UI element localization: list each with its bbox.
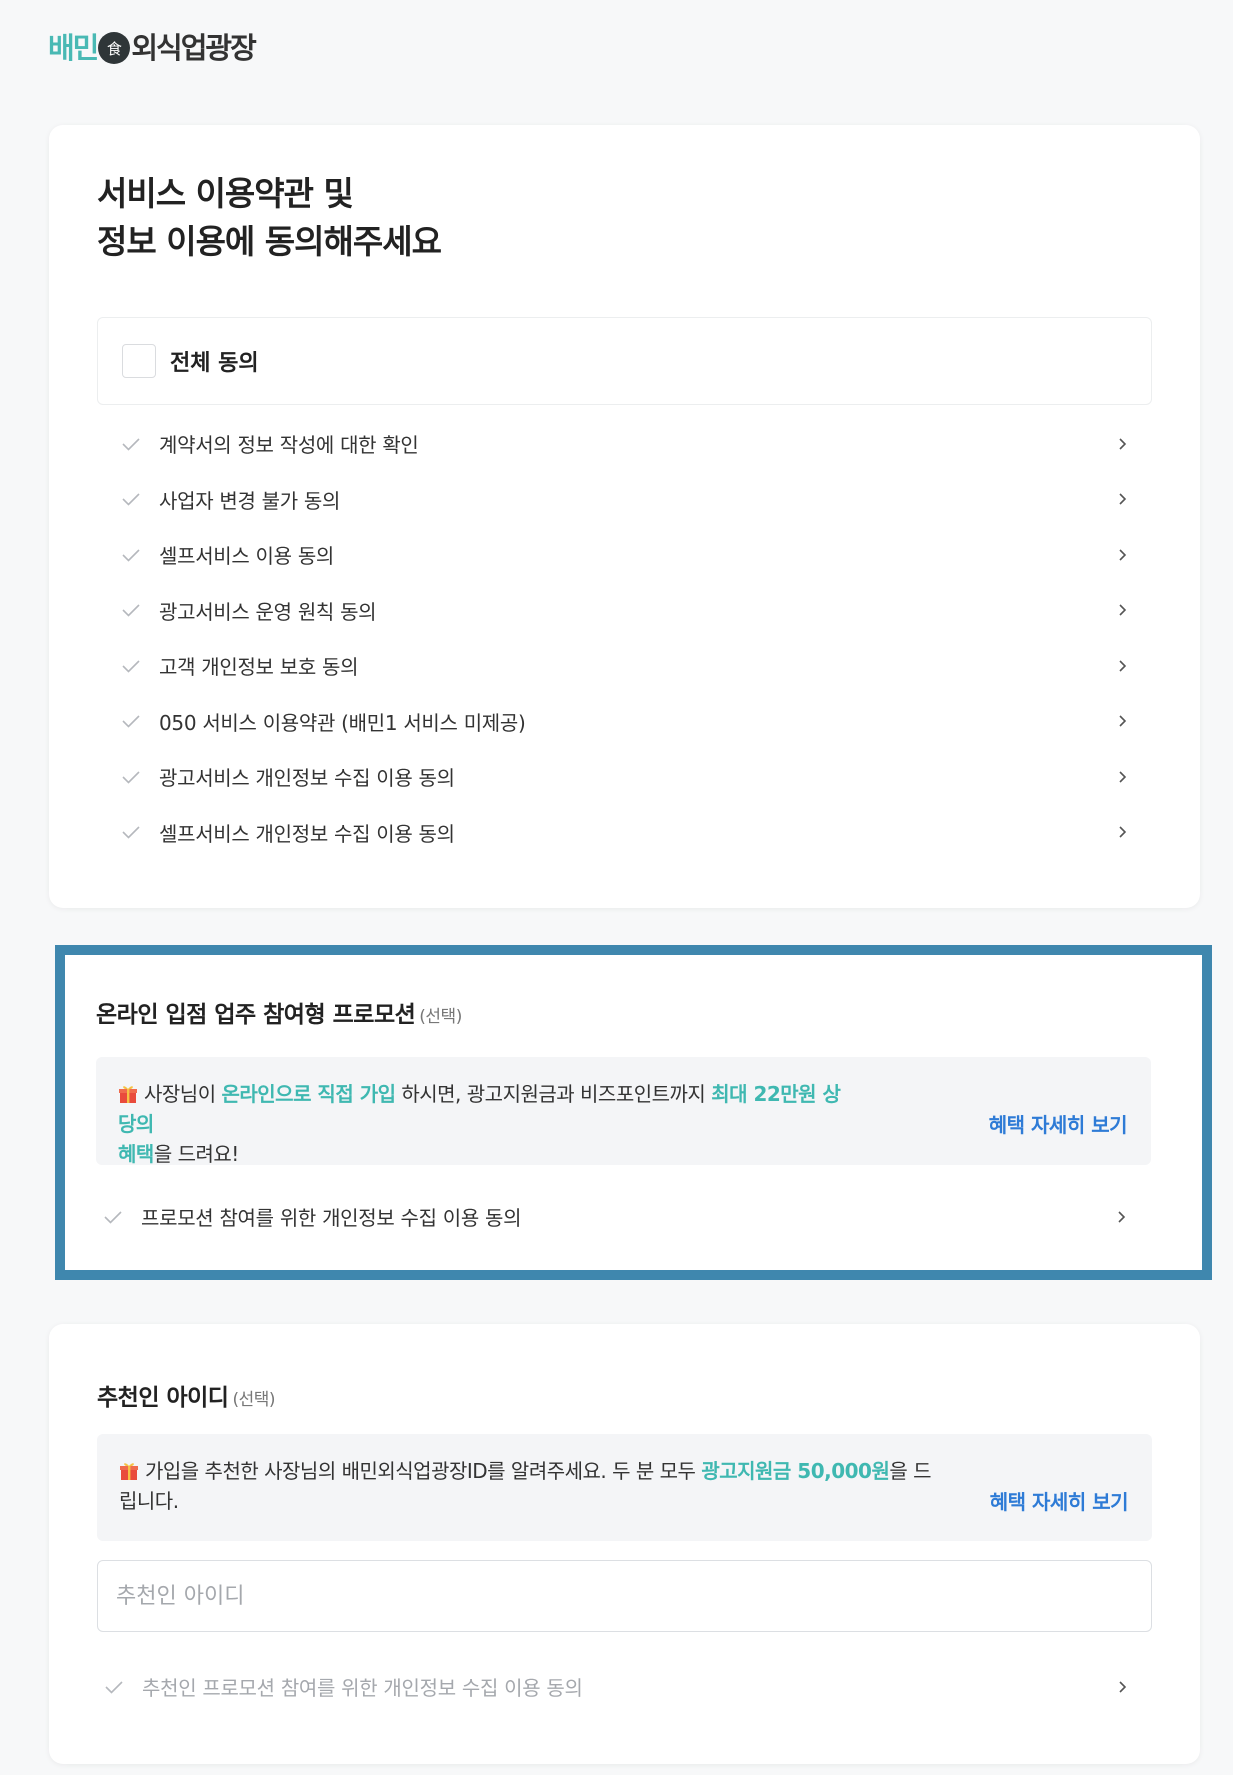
term-label: 고객 개인정보 보호 동의 — [159, 655, 359, 680]
check-icon[interactable] — [121, 489, 141, 509]
promotion-consent-row[interactable]: 프로모션 참여를 위한 개인정보 수집 이용 동의 — [96, 1189, 1151, 1245]
term-item[interactable]: 광고서비스 개인정보 수집 이용 동의 — [97, 749, 1152, 805]
term-item[interactable]: 광고서비스 운영 원칙 동의 — [97, 583, 1152, 639]
chevron-right-icon[interactable] — [1117, 1208, 1127, 1226]
term-label: 광고서비스 개인정보 수집 이용 동의 — [159, 766, 455, 791]
referrer-text-part: 가입을 추천한 사장님의 배민외식업광장ID를 알려주세요. 두 분 모두 — [145, 1459, 702, 1483]
promotion-title: 온라인 입점 업주 참여형 프로모션 (선택) — [96, 995, 462, 1029]
check-icon[interactable] — [104, 1677, 124, 1697]
referrer-consent-row[interactable]: 추천인 프로모션 참여를 위한 개인정보 수집 이용 동의 — [97, 1659, 1152, 1715]
check-icon[interactable] — [121, 434, 141, 454]
optional-tag: (선택) — [419, 1007, 462, 1027]
referrer-text-part: 립니다. — [119, 1489, 179, 1513]
agree-all-label: 전체 동의 — [170, 351, 259, 376]
referrer-benefit-text: 가입을 추천한 사장님의 배민외식업광장ID를 알려주세요. 두 분 모두 광고… — [119, 1456, 959, 1516]
chevron-right-icon[interactable] — [1118, 546, 1128, 564]
referrer-title: 추천인 아이디 (선택) — [97, 1378, 276, 1412]
term-item[interactable]: 고객 개인정보 보호 동의 — [97, 638, 1152, 694]
referrer-consent-label: 추천인 프로모션 참여를 위한 개인정보 수집 이용 동의 — [142, 1676, 583, 1701]
referrer-id-input[interactable] — [97, 1560, 1152, 1632]
referrer-benefit-box: 가입을 추천한 사장님의 배민외식업광장ID를 알려주세요. 두 분 모두 광고… — [97, 1434, 1152, 1541]
brand-logo[interactable]: 배민 食 외식업광장 — [48, 26, 257, 66]
term-item[interactable]: 계약서의 정보 작성에 대한 확인 — [97, 416, 1152, 472]
gift-icon — [118, 1082, 138, 1103]
check-icon[interactable] — [121, 545, 141, 565]
chevron-right-icon[interactable] — [1118, 1678, 1128, 1696]
chevron-right-icon[interactable] — [1118, 490, 1128, 508]
promotion-benefit-box: 사장님이 온라인으로 직접 가입 하시면, 광고지원금과 비즈포인트까지 최대 … — [96, 1057, 1151, 1166]
gift-icon — [119, 1459, 139, 1480]
term-label: 셀프서비스 개인정보 수집 이용 동의 — [159, 821, 455, 846]
page-title: 서비스 이용약관 및 정보 이용에 동의해주세요 — [97, 170, 442, 266]
promotion-title-text: 온라인 입점 업주 참여형 프로모션 — [96, 1002, 416, 1028]
chevron-right-icon[interactable] — [1118, 435, 1128, 453]
referrer-card: 추천인 아이디 (선택) 가입을 추천한 사장님의 배민외식업광장ID를 알려주세… — [49, 1324, 1200, 1764]
promotion-text-part: 사장님이 — [144, 1082, 222, 1106]
terms-card: 서비스 이용약관 및 정보 이용에 동의해주세요 전체 동의 계약서의 정보 작… — [49, 125, 1200, 908]
check-icon[interactable] — [121, 767, 141, 787]
page-title-line2: 정보 이용에 동의해주세요 — [97, 222, 442, 261]
chevron-right-icon[interactable] — [1118, 712, 1128, 730]
promotion-section: 온라인 입점 업주 참여형 프로모션 (선택) 사장님이 온라인으로 직접 가입 … — [55, 945, 1212, 1280]
term-item[interactable]: 050 서비스 이용약관 (배민1 서비스 미제공) — [97, 694, 1152, 750]
promotion-benefit-detail-link[interactable]: 혜택 자세히 보기 — [989, 1109, 1128, 1138]
promotion-benefit-text: 사장님이 온라인으로 직접 가입 하시면, 광고지원금과 비즈포인트까지 최대 … — [118, 1079, 858, 1169]
term-label: 광고서비스 운영 원칙 동의 — [159, 599, 377, 624]
logo-text-baemin: 배민 — [48, 31, 99, 65]
chevron-right-icon[interactable] — [1118, 823, 1128, 841]
referrer-title-text: 추천인 아이디 — [97, 1385, 229, 1411]
chevron-right-icon[interactable] — [1118, 657, 1128, 675]
referrer-benefit-detail-link[interactable]: 혜택 자세히 보기 — [990, 1486, 1129, 1515]
referrer-highlight: 광고지원금 50,000원 — [701, 1459, 890, 1483]
promotion-highlight: 온라인으로 직접 가입 — [221, 1082, 396, 1106]
chef-emblem-icon: 食 — [98, 32, 131, 64]
agree-all-row[interactable]: 전체 동의 — [97, 317, 1152, 405]
promotion-text-part: 을 드려요! — [153, 1142, 239, 1166]
term-label: 계약서의 정보 작성에 대한 확인 — [159, 433, 419, 458]
check-icon[interactable] — [121, 711, 141, 731]
check-icon[interactable] — [121, 656, 141, 676]
promotion-highlight: 혜택 — [118, 1142, 154, 1166]
referrer-text-part: 을 드 — [889, 1459, 932, 1483]
check-icon[interactable] — [121, 600, 141, 620]
agree-all-checkbox[interactable] — [122, 344, 156, 378]
terms-list: 계약서의 정보 작성에 대한 확인 사업자 변경 불가 동의 셀프서비스 이용 … — [97, 416, 1152, 860]
term-item[interactable]: 셀프서비스 이용 동의 — [97, 527, 1152, 583]
term-item[interactable]: 사업자 변경 불가 동의 — [97, 472, 1152, 528]
term-label: 050 서비스 이용약관 (배민1 서비스 미제공) — [159, 710, 526, 735]
term-item[interactable]: 셀프서비스 개인정보 수집 이용 동의 — [97, 805, 1152, 861]
chevron-right-icon[interactable] — [1118, 601, 1128, 619]
chevron-right-icon[interactable] — [1118, 768, 1128, 786]
check-icon[interactable] — [103, 1207, 123, 1227]
check-icon[interactable] — [121, 822, 141, 842]
optional-tag: (선택) — [232, 1390, 276, 1410]
promotion-consent-label: 프로모션 참여를 위한 개인정보 수집 이용 동의 — [141, 1206, 522, 1231]
logo-text-oesikeop: 외식업광장 — [131, 31, 256, 65]
promotion-text-part: 하시면, 광고지원금과 비즈포인트까지 — [395, 1082, 712, 1106]
term-label: 셀프서비스 이용 동의 — [159, 544, 335, 569]
term-label: 사업자 변경 불가 동의 — [159, 488, 341, 513]
page-title-line1: 서비스 이용약관 및 — [97, 174, 354, 213]
